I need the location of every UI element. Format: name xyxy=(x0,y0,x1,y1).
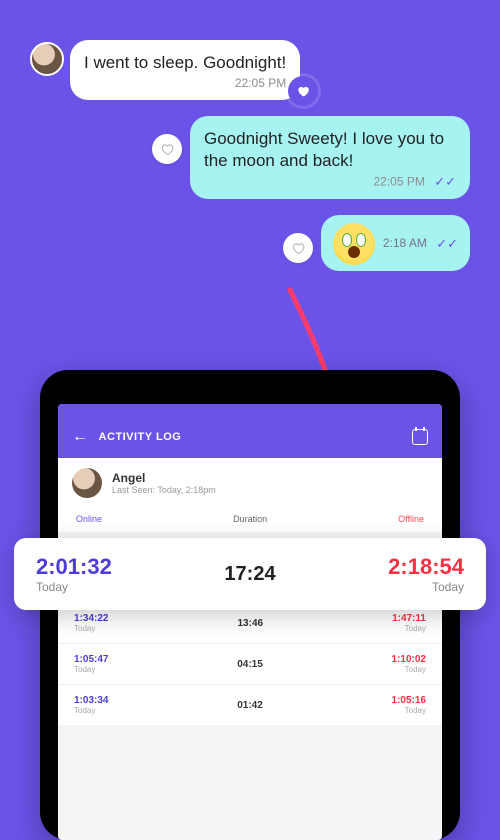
header-duration: Duration xyxy=(233,514,267,524)
message-bubble[interactable]: 2:18 AM ✓✓ xyxy=(321,215,470,271)
message-time: 22:05 PM ✓✓ xyxy=(204,174,456,191)
message-time: 22:05 PM xyxy=(84,76,286,92)
online-time: 2:01:32 xyxy=(36,554,112,580)
tablet-screen: ← ACTIVITY LOG Angel Last Seen: Today, 2… xyxy=(58,404,442,840)
header-title: ACTIVITY LOG xyxy=(99,431,182,443)
like-icon[interactable] xyxy=(283,233,313,263)
duration-value: 17:24 xyxy=(224,563,275,586)
online-sub: Today xyxy=(36,580,112,594)
message-text: Goodnight Sweety! I love you to the moon… xyxy=(204,129,444,170)
calendar-icon[interactable] xyxy=(412,429,428,445)
read-receipt-icon: ✓✓ xyxy=(436,236,458,252)
header-online: Online xyxy=(76,514,102,524)
message-row-incoming: I went to sleep. Goodnight! 22:05 PM xyxy=(30,40,470,100)
profile-row[interactable]: Angel Last Seen: Today, 2:18pm xyxy=(58,458,442,508)
message-row-outgoing: 2:18 AM ✓✓ xyxy=(30,215,470,271)
avatar xyxy=(30,42,64,76)
chat-area: I went to sleep. Goodnight! 22:05 PM Goo… xyxy=(0,0,500,297)
activity-rows: 1:34:22Today 13:46 1:47:11Today 1:05:47T… xyxy=(58,602,442,725)
read-receipt-icon: ✓✓ xyxy=(434,174,456,191)
message-text: I went to sleep. Goodnight! xyxy=(84,53,286,72)
table-row[interactable]: 1:05:47Today 04:15 1:10:02Today xyxy=(58,643,442,684)
back-icon[interactable]: ← xyxy=(72,428,89,446)
offline-sub: Today xyxy=(388,580,464,594)
message-time: 2:18 AM ✓✓ xyxy=(383,236,458,252)
profile-name: Angel xyxy=(112,471,216,485)
heart-icon[interactable] xyxy=(288,76,318,106)
activity-log-header: ← ACTIVITY LOG xyxy=(58,404,442,458)
profile-last-seen: Last Seen: Today, 2:18pm xyxy=(112,485,216,495)
avatar xyxy=(72,468,102,498)
header-offline: Offline xyxy=(398,514,424,524)
table-row[interactable]: 1:03:34Today 01:42 1:05:16Today xyxy=(58,684,442,725)
message-bubble[interactable]: Goodnight Sweety! I love you to the moon… xyxy=(190,116,470,199)
column-headers: Online Duration Offline xyxy=(58,508,442,532)
message-bubble[interactable]: I went to sleep. Goodnight! 22:05 PM xyxy=(70,40,300,100)
highlighted-activity-row[interactable]: 2:01:32 Today 17:24 2:18:54 Today xyxy=(14,538,486,610)
message-row-outgoing: Goodnight Sweety! I love you to the moon… xyxy=(30,116,470,199)
like-icon[interactable] xyxy=(152,134,182,164)
offline-time: 2:18:54 xyxy=(388,554,464,580)
surprised-face-emoji xyxy=(333,223,375,265)
